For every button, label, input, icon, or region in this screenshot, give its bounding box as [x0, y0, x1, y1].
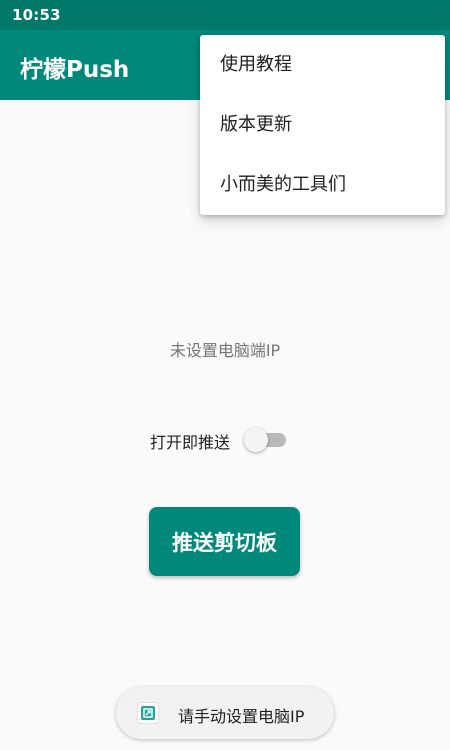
menu-item-tutorial[interactable]: 使用教程 [200, 35, 445, 95]
push-on-open-label: 打开即推送 [150, 433, 231, 452]
switch-thumb [244, 428, 268, 452]
app-icon [138, 703, 158, 723]
overflow-menu: 使用教程 版本更新 小而美的工具们 [200, 35, 445, 215]
menu-item-tools[interactable]: 小而美的工具们 [200, 155, 445, 215]
push-on-open-row: 打开即推送 [150, 426, 300, 454]
push-on-open-switch[interactable] [242, 426, 288, 454]
push-clipboard-button[interactable]: 推送剪切板 [149, 507, 300, 576]
menu-item-update[interactable]: 版本更新 [200, 95, 445, 155]
status-bar: 10:53 [0, 0, 450, 30]
status-time: 10:53 [12, 6, 61, 24]
toast: 请手动设置电脑IP [116, 687, 334, 739]
app-title: 柠檬Push [20, 57, 130, 83]
app-screen: 10:53 柠檬Push 未设置电脑端IP 打开即推送 推送剪切板 使用教程 版… [0, 0, 450, 750]
toast-message: 请手动设置电脑IP [178, 707, 305, 726]
ip-status-text: 未设置电脑端IP [169, 341, 281, 360]
